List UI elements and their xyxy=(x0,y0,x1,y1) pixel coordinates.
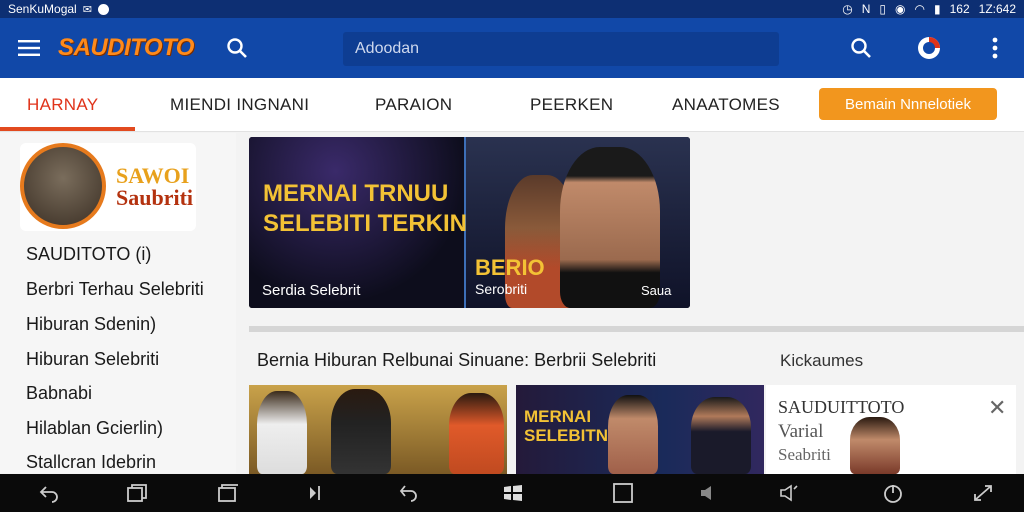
banner-name: BERIO xyxy=(475,255,545,280)
overflow-menu-button[interactable] xyxy=(982,35,1008,61)
expand-button[interactable] xyxy=(972,483,994,503)
article-thumbnail[interactable] xyxy=(249,385,507,474)
home-button[interactable] xyxy=(612,483,634,503)
app-bar: SAUDITOTO Adoodan xyxy=(0,18,1024,78)
logo-photo xyxy=(20,143,106,229)
tab-miendi[interactable]: MIENDI INGNANI xyxy=(170,78,309,132)
cta-button[interactable]: Bemain Nnnelotiek xyxy=(819,88,997,120)
sidebar: SAWOI Saubriti SAUDITOTO (i) Berbri Terh… xyxy=(0,133,236,473)
thumbnail-title-line-1: MERNAI xyxy=(524,407,592,426)
musician-photo xyxy=(449,393,504,474)
windows-button[interactable] xyxy=(217,483,239,503)
sidebar-item[interactable]: Hiburan Sdenin) xyxy=(26,314,156,335)
mute-button[interactable] xyxy=(698,483,720,503)
volume-button[interactable] xyxy=(778,483,800,503)
celebrity-photo xyxy=(608,395,658,474)
tab-anaatomes[interactable]: ANAATOMES xyxy=(672,78,780,132)
battery-level: 162 xyxy=(949,2,970,16)
sidebar-logo-card[interactable]: SAWOI Saubriti xyxy=(20,143,196,231)
logo-text-line-2: Saubriti xyxy=(116,185,194,210)
signal-icon: ▮ xyxy=(934,2,941,16)
vibrate-icon: ▯ xyxy=(879,2,887,16)
more-vert-icon xyxy=(992,37,998,59)
location-icon: ◉ xyxy=(895,2,906,16)
collapse-icon xyxy=(310,486,320,500)
square-icon xyxy=(613,483,633,503)
featured-banner[interactable]: MERNAI TRNUU SELEBITI TERKIN Serdia Sele… xyxy=(249,137,690,308)
banner-caption: Serdia Selebrit xyxy=(262,282,361,299)
search-input[interactable]: Adoodan xyxy=(343,32,779,66)
active-tab-indicator xyxy=(0,127,135,131)
status-bar-carrier: SenKuMogal xyxy=(8,2,77,16)
category-tabs: HARNAY MIENDI INGNANI PARAION PEERKEN AN… xyxy=(0,78,1024,132)
sidebar-item[interactable]: SAUDITOTO (i) xyxy=(26,244,151,265)
account-icon xyxy=(918,37,940,59)
logo-text-line-1: SAWOI xyxy=(116,163,190,188)
nfc-icon: N xyxy=(861,2,871,16)
profile-button[interactable] xyxy=(916,35,942,61)
wifi-icon: ◠ xyxy=(914,2,925,16)
volume-icon xyxy=(780,484,798,502)
article-thumbnail[interactable]: MERNAI SELEBITNI xyxy=(516,385,764,474)
collapse-button[interactable] xyxy=(304,483,326,503)
section-divider xyxy=(249,326,1024,332)
windows-icon xyxy=(504,485,522,501)
musician-photo xyxy=(257,391,307,474)
status-bar: SenKuMogal ✉ ◷ N ▯ ◉ ◠ ▮ 162 1Z:642 xyxy=(0,0,1024,18)
thumbnail-title-line-2: SELEBITNI xyxy=(524,426,613,445)
notification-icon: ✉ xyxy=(82,3,92,16)
search-icon[interactable] xyxy=(225,36,249,60)
section-title: Bernia Hiburan Relbunai Sinuane: Berbrii… xyxy=(257,350,657,370)
ad-photo xyxy=(850,417,900,474)
sidebar-item[interactable]: Hilablan Gcierlin) xyxy=(26,418,163,439)
speaker-icon xyxy=(701,486,711,500)
hamburger-menu-button[interactable] xyxy=(0,18,58,78)
back-button[interactable] xyxy=(38,483,60,503)
tab-harnay[interactable]: HARNAY xyxy=(27,78,98,132)
sidebar-item[interactable]: Berbri Terhau Selebriti xyxy=(26,279,204,300)
recents-icon xyxy=(127,484,147,502)
app-notification-icon xyxy=(97,3,109,15)
thumbnail-title: MERNAI SELEBITNI xyxy=(524,407,613,445)
close-icon[interactable]: ✕ xyxy=(988,395,1006,421)
alarm-icon: ◷ xyxy=(842,2,853,16)
start-button[interactable] xyxy=(502,483,524,503)
power-icon xyxy=(884,485,902,503)
ad-card[interactable]: SAUDUITTOTO Varial Seabriti ✕ xyxy=(766,385,1016,474)
ad-subtitle: Seabriti xyxy=(778,445,831,464)
recents-button[interactable] xyxy=(126,483,148,503)
banner-caption: Serobriti xyxy=(475,281,528,297)
banner-headline-line-1: MERNAI TRNUU xyxy=(263,180,449,207)
banner-headline: MERNAI TRNUU SELEBITI TERKIN xyxy=(263,179,467,239)
back-icon xyxy=(39,486,58,503)
power-button[interactable] xyxy=(882,483,904,503)
undo-icon xyxy=(399,485,417,502)
banner-headline-line-2: SELEBITI TERKIN xyxy=(263,210,468,237)
sidebar-item[interactable]: Babnabi xyxy=(26,383,92,404)
celebrity-photo xyxy=(691,397,751,474)
logo-text: SAWOI Saubriti xyxy=(116,165,193,209)
tab-paraion[interactable]: PARAION xyxy=(375,78,452,132)
musician-photo xyxy=(331,389,391,474)
ad-title: SAUDUITTOTO xyxy=(778,397,905,417)
system-nav-bar xyxy=(0,474,1024,512)
multiwindow-icon xyxy=(218,484,238,502)
ad-subtitle: Varial xyxy=(778,421,824,442)
menu-icon xyxy=(18,40,40,56)
search-icon xyxy=(851,38,871,58)
sidebar-item[interactable]: Hiburan Selebriti xyxy=(26,349,159,370)
clock: 1Z:642 xyxy=(978,2,1016,16)
undo-button[interactable] xyxy=(398,483,420,503)
expand-icon xyxy=(974,485,992,501)
side-section-label: Kickaumes xyxy=(780,351,864,370)
app-logo[interactable]: SAUDITOTO xyxy=(58,34,194,62)
tab-peerken[interactable]: PEERKEN xyxy=(530,78,613,132)
search-button[interactable] xyxy=(848,35,874,61)
banner-caption: Saua xyxy=(641,283,672,298)
sidebar-item[interactable]: Stallcran Idebrin xyxy=(26,452,156,473)
